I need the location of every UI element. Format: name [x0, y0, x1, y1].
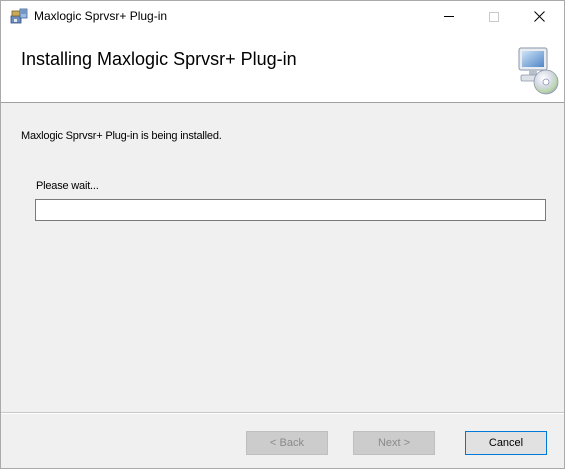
back-button[interactable]: < Back	[246, 431, 328, 455]
next-button[interactable]: Next >	[353, 431, 435, 455]
cancel-button[interactable]: Cancel	[465, 431, 547, 455]
title-bar[interactable]: Maxlogic Sprvsr+ Plug-in	[1, 1, 564, 32]
content-area: Maxlogic Sprvsr+ Plug-in is being instal…	[1, 104, 564, 412]
wait-label: Please wait...	[36, 180, 99, 192]
close-icon	[534, 11, 545, 22]
installer-window: Maxlogic Sprvsr+ Plug-in Installing Maxl…	[0, 0, 565, 469]
window-title: Maxlogic Sprvsr+ Plug-in	[34, 9, 168, 23]
header-banner: Installing Maxlogic Sprvsr+ Plug-in	[1, 32, 564, 103]
maximize-icon	[488, 11, 499, 22]
status-message: Maxlogic Sprvsr+ Plug-in is being instal…	[21, 130, 222, 142]
computer-cd-setup-icon	[518, 47, 559, 95]
maximize-button[interactable]	[471, 1, 516, 32]
minimize-icon	[443, 16, 454, 17]
install-progress-bar	[35, 199, 546, 221]
minimize-button[interactable]	[426, 1, 471, 32]
footer-divider-highlight	[1, 413, 564, 414]
installer-package-icon	[10, 8, 28, 24]
close-button[interactable]	[517, 1, 562, 32]
page-title: Installing Maxlogic Sprvsr+ Plug-in	[21, 49, 297, 69]
